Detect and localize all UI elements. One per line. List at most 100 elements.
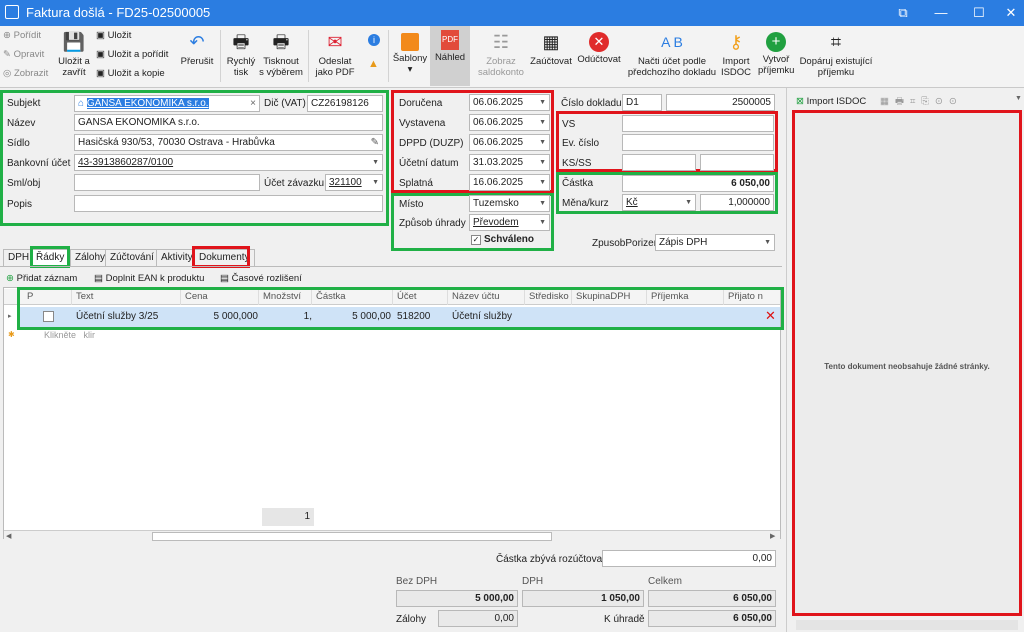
ks-field[interactable] [622,154,696,171]
save-button[interactable]: ▣ Uložit [96,29,131,43]
smlobj-field[interactable] [74,174,260,191]
home-icon: ⌂ [78,98,85,109]
import-isdoc-link[interactable]: ⊠ Import ISDOC [796,95,866,109]
edit-button[interactable]: ✎ Opravit [3,48,44,62]
dorucena-date[interactable]: 06.06.2025 ▼ [469,94,550,111]
nazev-field[interactable]: GANSA EKONOMIKA s.r.o. [74,114,383,131]
info-icon[interactable]: i [368,34,380,46]
porizeni-label: ZpusobPorizeni [592,238,662,249]
restore-window-icon[interactable]: ⧉ [884,0,922,26]
view-button[interactable]: ◎ Zobrazit [3,67,48,81]
save-new-button[interactable]: ▣ Uložit a pořídit [96,48,168,62]
scroll-right-icon[interactable]: ▶ [770,532,775,540]
rate-field[interactable]: 1,000000 [700,194,774,211]
preview-scrollbar[interactable] [796,620,1018,630]
ev-cislo-field[interactable] [622,134,774,151]
chevron-down-icon: ▼ [764,239,771,246]
eye-icon: ◎ [3,68,14,79]
delete-row-icon[interactable]: ✕ [765,308,776,324]
ucetni-datum-date[interactable]: 31.03.2025 ▼ [469,154,550,171]
chevron-down-icon: ▼ [539,119,546,126]
chevron-down-icon: ▼ [539,179,546,186]
dic-field[interactable]: CZ26198126 [307,95,383,112]
add-circle-icon: + [766,32,786,52]
create-receipt-button[interactable]: + Vytvoř příjemku [758,30,794,76]
post-button[interactable]: ▦ Zaúčtovat [530,30,572,67]
save-copy-button[interactable]: ▣ Uložit a kopie [96,67,165,81]
schvaleno-checkbox[interactable]: ✓ [471,235,481,245]
show-ledger-button[interactable]: ☷ Zobraz saldokonto [474,30,528,78]
pair-receipt-button[interactable]: ⌗ Dopáruj existující příjemku [796,30,876,78]
celkem-value: 6 050,00 [648,590,776,607]
vs-field[interactable] [622,115,774,132]
ksss-label: KS/SS [562,158,592,169]
pdf-mail-icon: ✉ [327,32,343,52]
dppd-date[interactable]: 06.06.2025 ▼ [469,134,550,151]
row-mnozstvi[interactable]: 1, [260,309,312,325]
row-text[interactable]: Účetní služby 3/25 [76,309,158,325]
doc-series-field[interactable]: D1 [622,94,662,111]
undo-icon: ↶ [189,32,205,52]
horizontal-scrollbar[interactable]: ◀ ▶ [4,530,780,543]
interrupt-button[interactable]: ↶ Přerušit [178,30,216,67]
subject-combo[interactable]: ⌂ GANSA EKONOMIKA s.r.o. × [74,95,260,112]
templates-button[interactable]: Šablony ▾ [392,30,428,75]
mena-label: Měna/kurz [562,198,609,209]
preview-button[interactable]: PDF Náhled [430,26,470,86]
popis-field[interactable] [74,195,383,212]
row-checkbox[interactable] [43,311,54,322]
load-account-button[interactable]: A B Načti účet podle předchozího dokladu [624,30,720,78]
pencil-icon[interactable]: ✎ [371,135,379,150]
save-close-button[interactable]: 💾 Uložit a zavřít [56,30,92,78]
ucet-label: Bankovní účet [7,158,71,169]
preview-toolbar-icons[interactable]: ▦🖶⌗⎘⊙⊙ [880,95,963,109]
ucet-zavazku-select[interactable]: 321100 ▼ [325,174,383,191]
tab-highlight [30,246,70,268]
porizeni-select[interactable]: Zápis DPH ▼ [655,234,775,251]
unpost-button[interactable]: ✕ Odúčtovat [576,30,622,65]
tab-zuctovani[interactable]: Zúčtování [105,249,159,267]
pdf-preview-icon: PDF [441,30,459,50]
uhrada-select[interactable]: Převodem ▼ [469,214,550,231]
save-copy-icon: ▣ [96,68,108,79]
chevron-down-icon[interactable]: ▼ [1015,95,1022,102]
separator [308,30,309,82]
new-row-hint[interactable]: Klikněte klir [44,327,95,343]
row-cena[interactable]: 5 000,000 [182,309,259,325]
bank-account-select[interactable]: 43-3913860287/0100 ▼ [74,154,383,171]
splitter[interactable] [786,88,787,632]
sidlo-field[interactable]: Hasičská 930/53, 70030 Ostrava - Hrabůvk… [74,134,383,151]
import-isdoc-button[interactable]: ⚷ Import ISDOC [718,30,754,78]
castka-field[interactable]: 6 050,00 [622,175,774,192]
currency-select[interactable]: Kč ▼ [622,194,696,211]
app-icon [5,5,19,19]
row-castka[interactable]: 5 000,00 [313,309,391,325]
minimize-button[interactable]: — [922,0,960,26]
splatna-date[interactable]: 16.06.2025 ▼ [469,174,550,191]
tab-zalohy[interactable]: Zálohy [70,249,111,267]
zalohy-label: Zálohy [396,614,427,625]
bell-icon[interactable]: ▲ [368,58,379,70]
send-pdf-button[interactable]: ✉ Odeslat jako PDF [312,30,358,78]
misto-label: Místo [399,199,424,210]
print-selection-button[interactable]: 🖶 Tisknout s výběrem [258,30,304,78]
quick-print-button[interactable]: 🖶 Rychlý tisk [224,30,258,78]
doc-number-field[interactable]: 2500005 [666,94,775,111]
row-ucet[interactable]: 518200 [397,309,430,325]
add-ean-button[interactable]: ▤ Doplnit EAN k produktu [94,272,204,286]
ss-field[interactable] [700,154,774,171]
vystavena-date[interactable]: 06.06.2025 ▼ [469,114,550,131]
save-new-icon: ▣ [96,49,108,60]
clear-icon[interactable]: × [250,96,256,111]
add-record-button[interactable]: ⊕ Přidat záznam [6,272,77,286]
misto-select[interactable]: Tuzemsko ▼ [469,195,550,212]
scroll-thumb[interactable] [152,532,552,541]
dic-label: Dič (VAT) [264,98,306,109]
row-nazev[interactable]: Účetní služby [452,309,512,325]
create-button[interactable]: ⊕ Pořídit [3,29,41,43]
k-uhrade-label: K úhradě [604,614,645,625]
close-button[interactable]: ✕ [992,0,1024,26]
scroll-left-icon[interactable]: ◀ [6,532,11,540]
dph-label: DPH [522,576,544,587]
time-split-button[interactable]: ▤ Časové rozlišení [220,272,302,286]
